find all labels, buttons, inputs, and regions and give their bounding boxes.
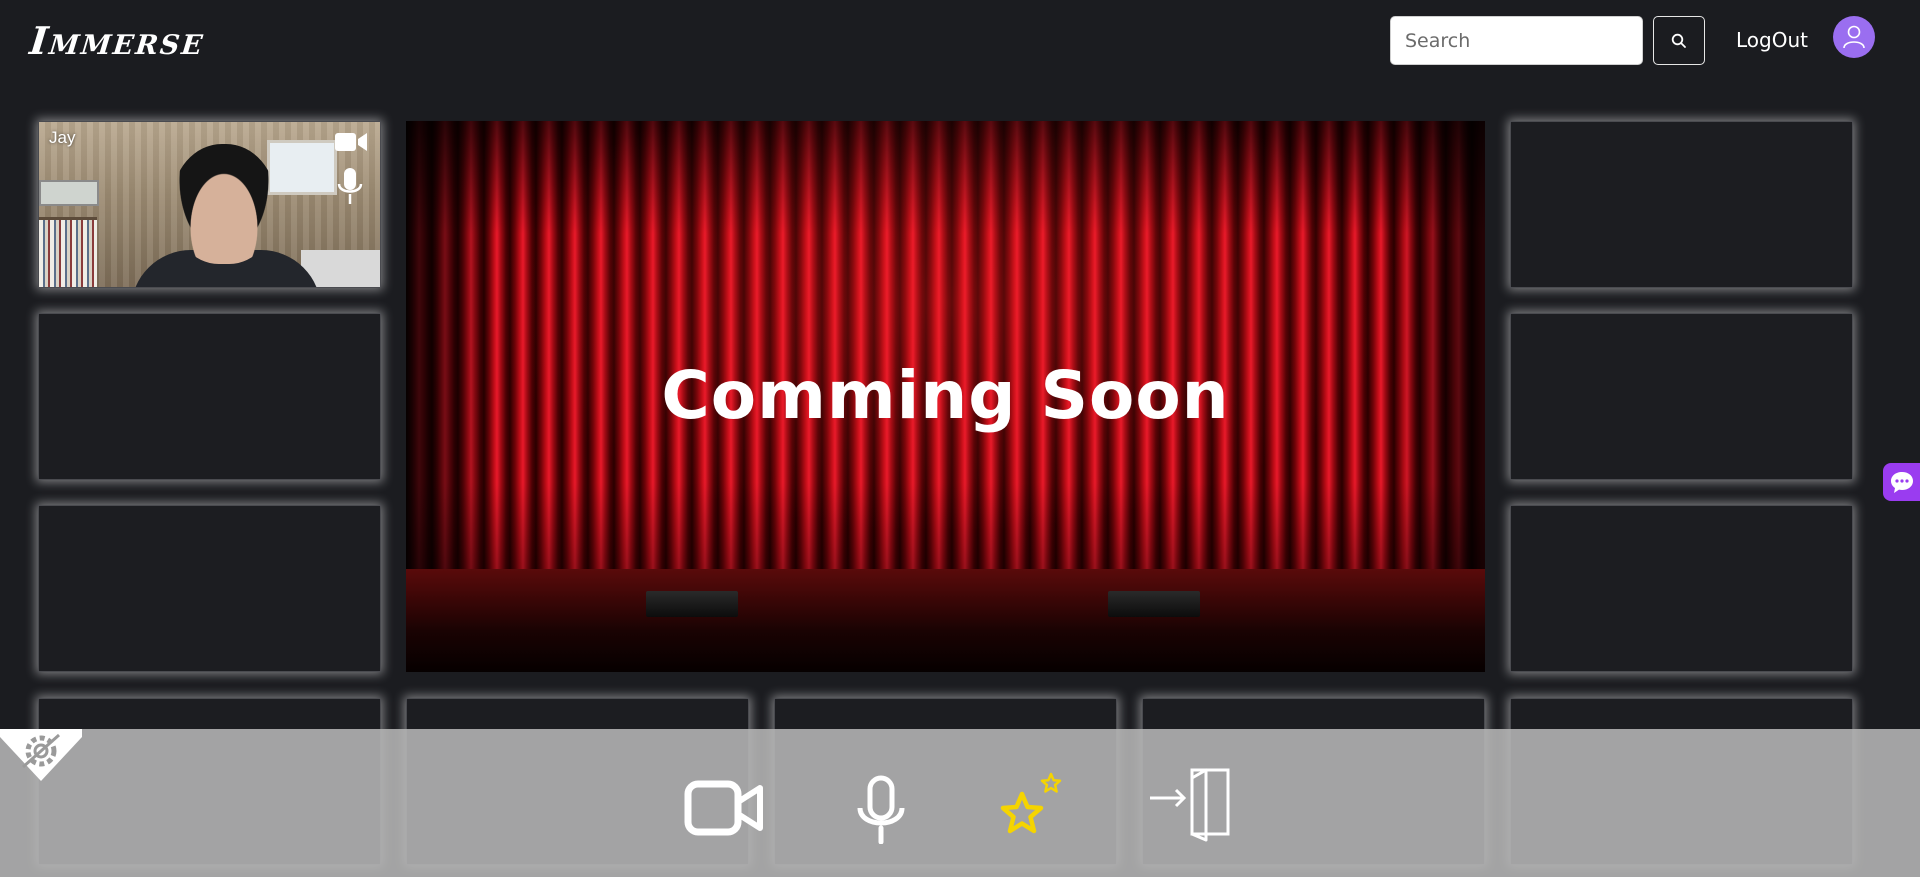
video-camera-icon[interactable]: [334, 130, 368, 154]
stage-title: Comming Soon: [661, 357, 1230, 434]
participant-tile-empty: [1510, 313, 1853, 480]
participant-name: Jay: [49, 128, 76, 147]
stage-curtain: [406, 121, 1485, 573]
participant-tile-jay[interactable]: Jay: [38, 121, 381, 288]
camera-feed-person-head: [172, 144, 276, 264]
participant-tile-empty: [38, 505, 381, 672]
chat-bubble-icon: [1890, 472, 1913, 493]
search-input[interactable]: [1390, 16, 1643, 65]
stage-floor-light: [646, 591, 738, 617]
chat-button[interactable]: [1883, 463, 1920, 501]
app-logo[interactable]: Immerse: [28, 18, 207, 63]
settings-icon[interactable]: [0, 729, 82, 781]
microphone-icon: [857, 775, 905, 844]
stars-icon: [1000, 772, 1062, 834]
microphone-icon[interactable]: [336, 166, 364, 206]
stage-floor: [406, 569, 1485, 672]
stage-floor-light: [1108, 591, 1200, 617]
room-page: Immerse LogOut Jay: [0, 0, 1920, 877]
logout-link[interactable]: LogOut: [1736, 28, 1808, 52]
video-camera-icon: [684, 780, 763, 836]
participant-tile-empty: [1510, 505, 1853, 672]
toggle-camera-button[interactable]: [682, 773, 766, 843]
search-icon: [1671, 33, 1686, 48]
exit-door-icon: [1150, 768, 1230, 842]
camera-feed-board: [39, 180, 99, 206]
camera-feed-window: [267, 140, 337, 195]
user-avatar[interactable]: [1833, 16, 1875, 58]
bottom-toolbar: [0, 729, 1920, 877]
camera-feed-bookshelf: [39, 217, 97, 287]
curtain-shadow-left: [406, 121, 496, 573]
search-button[interactable]: [1653, 16, 1705, 65]
leave-room-button[interactable]: [1148, 766, 1238, 842]
main-stage: Comming Soon: [406, 121, 1485, 672]
participant-tile-empty: [38, 313, 381, 480]
reactions-button[interactable]: [996, 770, 1064, 842]
user-icon: [1843, 25, 1865, 49]
toggle-mic-button[interactable]: [850, 773, 912, 845]
curtain-shadow-right: [1395, 121, 1485, 573]
participant-tile-empty: [1510, 121, 1853, 288]
